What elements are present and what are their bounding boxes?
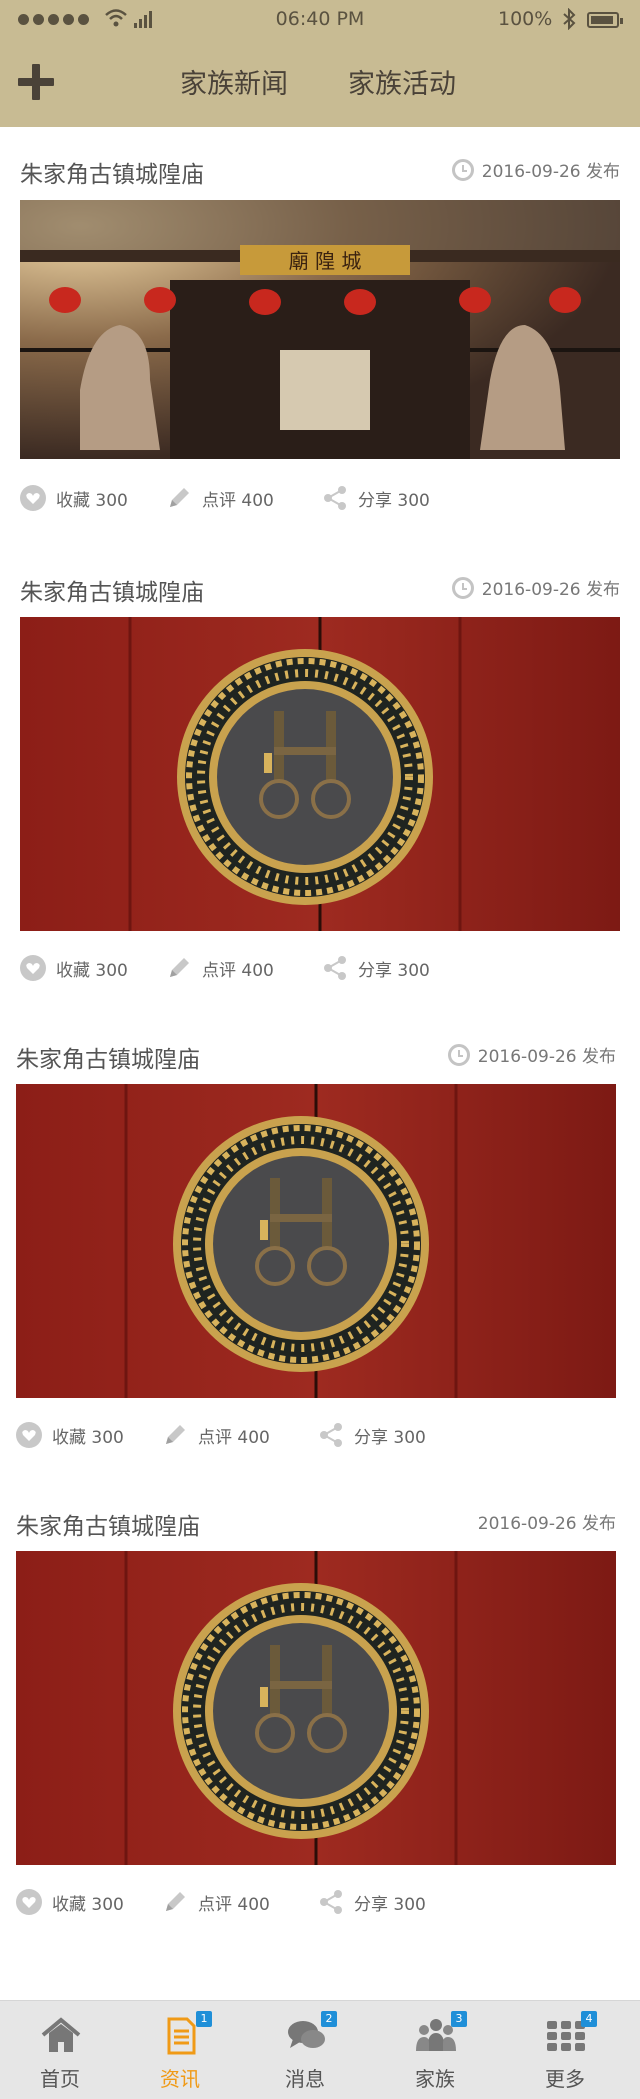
nav-more[interactable]: 4 更多 <box>505 2001 625 2099</box>
article-title[interactable]: 朱家角古镇城隍庙 <box>20 155 204 189</box>
comment-button[interactable]: 点评 400 <box>162 1422 270 1448</box>
pencil-icon <box>170 488 189 507</box>
article-title[interactable]: 朱家角古镇城隍庙 <box>20 573 204 607</box>
share-button[interactable]: 分享 300 <box>322 955 430 981</box>
article-actions: 收藏 300 点评 400 分享 300 <box>20 485 620 515</box>
nav-home-label: 首页 <box>40 2067 80 2091</box>
home-icon <box>41 2017 81 2052</box>
favorite-count: 收藏 300 <box>52 1427 124 1448</box>
heart-icon <box>20 485 46 511</box>
battery-icon <box>587 12 623 28</box>
status-bar: 06:40 PM 100% <box>0 0 640 40</box>
nav-messages[interactable]: 2 消息 <box>245 2001 365 2099</box>
add-button[interactable] <box>18 64 54 100</box>
favorite-count: 收藏 300 <box>52 1894 124 1915</box>
nav-more-label: 更多 <box>545 2067 585 2091</box>
article-date: 2016-09-26 发布 <box>447 1042 616 1067</box>
article-date: 2016-09-26 发布 <box>451 157 620 182</box>
temple-gate-photo[interactable]: 廟 隍 城 <box>20 200 620 459</box>
article-actions: 收藏 300 点评 400 分享 300 <box>20 955 620 985</box>
pencil-icon <box>166 1425 185 1444</box>
share-count: 分享 300 <box>358 960 430 981</box>
article-actions: 收藏 300 点评 400 分享 300 <box>16 1422 616 1452</box>
date-text: 2016-09-26 发布 <box>481 162 620 182</box>
clock-icon <box>451 158 474 181</box>
date-text: 2016-09-26 发布 <box>481 580 620 600</box>
nav-more-badge: 4 <box>581 2011 597 2027</box>
share-count: 分享 300 <box>354 1427 426 1448</box>
heart-icon <box>16 1422 42 1448</box>
favorite-count: 收藏 300 <box>56 490 128 511</box>
share-count: 分享 300 <box>358 490 430 511</box>
article-card[interactable]: 朱家角古镇城隍庙 2016-09-26 发布 收藏 300 点评 400 分享 … <box>0 1479 640 2000</box>
nav-family[interactable]: 3 家族 <box>375 2001 495 2099</box>
svg-text:廟 隍 城: 廟 隍 城 <box>289 249 362 273</box>
share-button[interactable]: 分享 300 <box>318 1889 426 1915</box>
red-door-photo[interactable] <box>20 617 620 931</box>
nav-messages-badge: 2 <box>321 2011 337 2027</box>
share-icon <box>324 956 346 980</box>
article-card[interactable]: 朱家角古镇城隍庙 2016-09-26 发布 收藏 300 点评 400 分享 … <box>0 1012 640 1480</box>
comment-button[interactable]: 点评 400 <box>166 485 274 511</box>
favorite-button[interactable]: 收藏 300 <box>16 1889 124 1915</box>
share-icon <box>320 1423 342 1447</box>
pencil-icon <box>170 958 189 977</box>
date-text: 2016-09-26 发布 <box>477 1047 616 1067</box>
red-door-photo[interactable] <box>16 1084 616 1398</box>
bottom-nav: 首页 1 资讯 2 消息 3 家族 4 更多 <box>0 2000 640 2099</box>
nav-family-label: 家族 <box>415 2067 455 2091</box>
article-title[interactable]: 朱家角古镇城隍庙 <box>16 1040 200 1074</box>
nav-home[interactable]: 首页 <box>0 2001 120 2099</box>
article-date: 2016-09-26 发布 <box>451 575 620 600</box>
article-title[interactable]: 朱家角古镇城隍庙 <box>16 1507 200 1541</box>
favorite-button[interactable]: 收藏 300 <box>20 955 128 981</box>
article-card[interactable]: 朱家角古镇城隍庙 2016-09-26 发布 廟 隍 城 收藏 300 点评 4… <box>0 127 640 546</box>
favorite-button[interactable]: 收藏 300 <box>16 1422 124 1448</box>
bluetooth-icon <box>563 8 576 30</box>
clock-icon <box>447 1043 470 1066</box>
nav-news[interactable]: 1 资讯 <box>120 2001 240 2099</box>
heart-icon <box>20 955 46 981</box>
favorite-button[interactable]: 收藏 300 <box>20 485 128 511</box>
share-icon <box>320 1890 342 1914</box>
share-button[interactable]: 分享 300 <box>318 1422 426 1448</box>
pencil-icon <box>166 1892 185 1911</box>
nav-news-badge: 1 <box>196 2011 212 2027</box>
clock-icon <box>451 576 474 599</box>
date-text: 2016-09-26 发布 <box>477 1514 616 1534</box>
comment-button[interactable]: 点评 400 <box>166 955 274 981</box>
comment-button[interactable]: 点评 400 <box>162 1889 270 1915</box>
share-count: 分享 300 <box>354 1894 426 1915</box>
share-icon <box>324 486 346 510</box>
app-header: 06:40 PM 100% 家族新闻 家族活动 <box>0 0 640 127</box>
tab-family-news[interactable]: 家族新闻 <box>180 62 288 101</box>
comment-count: 点评 400 <box>198 1427 270 1448</box>
share-button[interactable]: 分享 300 <box>322 485 430 511</box>
nav-news-label: 资讯 <box>160 2067 200 2091</box>
comment-count: 点评 400 <box>202 490 274 511</box>
comment-count: 点评 400 <box>198 1894 270 1915</box>
nav-messages-label: 消息 <box>285 2067 325 2091</box>
battery-percent: 100% <box>498 8 553 30</box>
nav-family-badge: 3 <box>451 2011 467 2027</box>
article-date: 2016-09-26 发布 <box>478 1509 616 1534</box>
article-actions: 收藏 300 点评 400 分享 300 <box>16 1889 616 1919</box>
heart-icon <box>16 1889 42 1915</box>
comment-count: 点评 400 <box>202 960 274 981</box>
favorite-count: 收藏 300 <box>56 960 128 981</box>
tab-family-activities[interactable]: 家族活动 <box>348 62 456 101</box>
red-door-photo[interactable] <box>16 1551 616 1865</box>
article-card[interactable]: 朱家角古镇城隍庙 2016-09-26 发布 收藏 300 点评 400 分享 … <box>0 545 640 1013</box>
